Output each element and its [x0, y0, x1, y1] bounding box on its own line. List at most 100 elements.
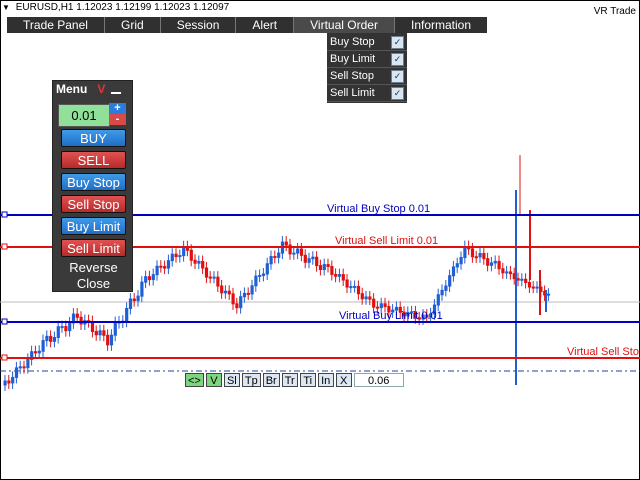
line-toolbar: <> V Sl Tp Br Tr Ti In X 0.06: [185, 373, 404, 389]
candle-body: [524, 278, 528, 283]
buy-stop-button[interactable]: Buy Stop: [61, 173, 126, 191]
candle-body: [486, 258, 490, 266]
candle-body: [239, 296, 243, 309]
candle-body: [493, 260, 497, 264]
candle-body: [60, 326, 64, 329]
candle-body: [94, 330, 98, 336]
candle-body: [436, 294, 440, 306]
candle-body: [182, 246, 186, 257]
sell-limit-button[interactable]: Sell Limit: [61, 239, 126, 257]
menu-session[interactable]: Session: [161, 17, 237, 33]
stop-loss-button[interactable]: Sl: [223, 373, 240, 387]
dropdown-item-label: Sell Stop: [330, 70, 375, 82]
candle-body: [318, 265, 323, 271]
candle-body: [546, 293, 551, 296]
candle-body: [14, 367, 19, 378]
candle-body: [250, 285, 254, 295]
candle-body: [178, 255, 182, 258]
info-button[interactable]: In: [317, 373, 334, 387]
remove-button[interactable]: X: [335, 373, 352, 387]
dropdown-item-label: Sell Limit: [330, 87, 375, 99]
candle-body: [273, 256, 277, 259]
close-button[interactable]: Close: [56, 276, 131, 291]
candle-body: [223, 290, 228, 294]
candle-body: [269, 256, 273, 265]
candle-body: [68, 322, 72, 332]
toggle-visible-button[interactable]: V: [205, 373, 222, 387]
reverse-button[interactable]: Reverse: [56, 260, 131, 275]
candle-body: [3, 380, 7, 386]
trailing-button[interactable]: Tr: [281, 373, 298, 387]
candle-body: [345, 279, 349, 288]
candle-body: [246, 292, 250, 295]
candle-body: [505, 271, 509, 274]
sell-button[interactable]: SELL: [61, 151, 126, 169]
take-profit-button[interactable]: Tp: [241, 373, 261, 387]
virtual-sell-limit-label: Virtual Sell Limit 0.01: [335, 235, 439, 247]
candle-body: [322, 264, 326, 271]
line-handle: [1, 243, 8, 250]
panel-header[interactable]: Menu V: [53, 81, 132, 97]
candle-body: [349, 286, 353, 289]
checkbox[interactable]: ✓: [391, 35, 404, 49]
sell-stop-button[interactable]: Sell Stop: [61, 195, 126, 213]
lot-value-field[interactable]: 0.06: [353, 373, 404, 387]
candle-body: [482, 252, 486, 260]
minimize-icon[interactable]: [111, 92, 122, 94]
candle-body: [151, 274, 155, 281]
lot-size-input[interactable]: 0.01: [58, 104, 110, 127]
move-tool-button[interactable]: <>: [185, 373, 204, 387]
candle-body: [75, 313, 79, 318]
candle-body: [303, 254, 307, 263]
candle-body: [311, 256, 315, 260]
candle-body: [37, 350, 41, 354]
candle-body: [455, 263, 459, 268]
candle-body: [254, 275, 258, 287]
candle-body: [372, 298, 376, 308]
candle-body: [155, 265, 159, 276]
dropdown-item-buy-limit[interactable]: Buy Limit ✓: [327, 51, 407, 68]
candle-body: [375, 306, 380, 309]
candle-body: [45, 335, 49, 342]
candle-body: [261, 273, 266, 276]
candle-body: [440, 289, 444, 296]
dropdown-item-buy-stop[interactable]: Buy Stop ✓: [327, 34, 407, 51]
dropdown-item-sell-stop[interactable]: Sell Stop ✓: [327, 68, 407, 85]
lot-decrease-button[interactable]: -: [109, 114, 126, 125]
virtual-buy-stop-label: Virtual Buy Stop 0.01: [327, 203, 431, 215]
candle-body: [383, 303, 387, 308]
candle-body: [18, 366, 22, 369]
candle-body: [508, 271, 513, 275]
virtual-order-dropdown: Buy Stop ✓ Buy Limit ✓ Sell Stop ✓ Sell Lim…: [327, 33, 407, 103]
breakeven-button[interactable]: Br: [262, 373, 280, 387]
dropdown-arrow-icon[interactable]: ▼: [2, 3, 10, 12]
candle-body: [315, 256, 319, 267]
candle-body: [136, 295, 140, 302]
candle-body: [299, 248, 304, 256]
buy-limit-button[interactable]: Buy Limit: [61, 217, 126, 235]
panel-title: Menu: [56, 82, 88, 96]
buy-button[interactable]: BUY: [61, 129, 126, 147]
checkbox[interactable]: ✓: [391, 69, 404, 83]
menu-grid[interactable]: Grid: [105, 17, 161, 33]
candle-body: [459, 257, 463, 265]
line-handle: [1, 354, 8, 361]
checkbox[interactable]: ✓: [391, 52, 404, 66]
checkbox[interactable]: ✓: [391, 86, 404, 100]
time-button[interactable]: Ti: [299, 373, 316, 387]
candle-body: [463, 246, 467, 259]
menu-information[interactable]: Information: [395, 17, 487, 33]
candle-body: [356, 285, 361, 295]
candle-body: [307, 258, 311, 263]
menu-trade-panel[interactable]: Trade Panel: [7, 17, 105, 33]
candle-body: [113, 322, 117, 336]
candle-body: [147, 276, 152, 281]
menu-virtual-order[interactable]: Virtual Order: [294, 17, 395, 33]
vr-logo-icon: V: [97, 82, 106, 96]
candle-body: [520, 278, 524, 281]
candle-body: [353, 285, 357, 288]
dropdown-item-sell-limit[interactable]: Sell Limit ✓: [327, 85, 407, 102]
candle-body: [535, 286, 539, 289]
menu-alert[interactable]: Alert: [236, 17, 295, 33]
brand-label: VR Trade: [593, 6, 636, 17]
